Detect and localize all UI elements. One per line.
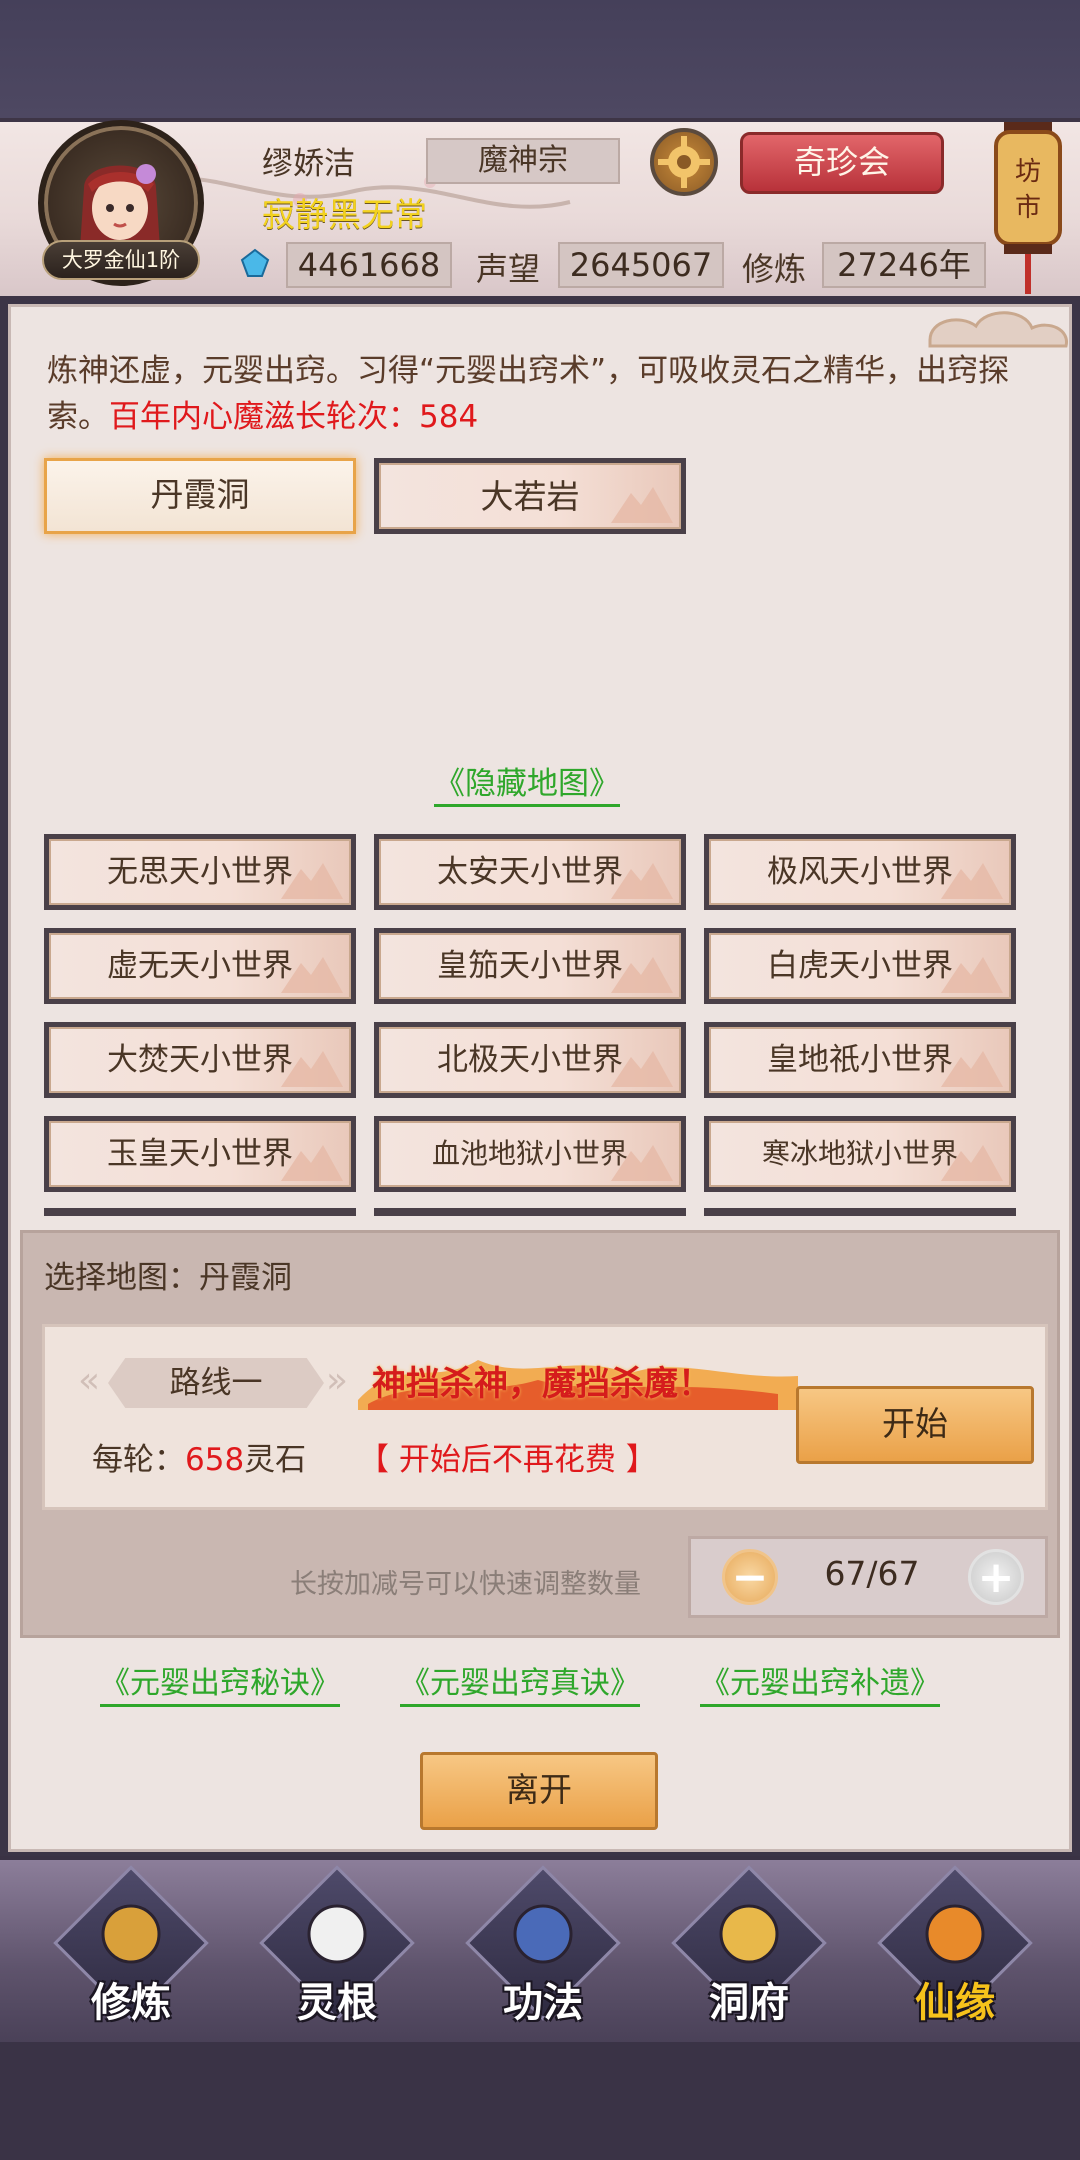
map-button[interactable]: 皇笳天小世界 [374,928,686,1004]
map-button[interactable]: 大焚天小世界 [44,1022,356,1098]
map-button[interactable]: 极风天小世界 [704,834,1016,910]
map-button-label: 寒冰地狱小世界 [761,1137,958,1170]
status-bar-area [0,0,1080,118]
map-button-label: 皇地祇小世界 [767,1042,953,1078]
nav-item-3[interactable]: 洞府 [671,1865,827,2028]
map-button-label: 太安天小世界 [437,854,623,890]
hidden-map-link[interactable]: 《隐藏地图》 [434,764,620,807]
cultivation-label: 修炼 [742,250,807,288]
player-title: 寂静黑无常 [262,195,427,234]
map-button[interactable]: 血池地狱小世界 [374,1116,686,1192]
gourd-icon [925,1904,985,1964]
leave-button[interactable]: 离开 [420,1752,658,1830]
cost-prefix: 每轮： [92,1442,185,1478]
market-lantern-button[interactable]: 坊 市 [990,118,1066,294]
mountain-icon [281,1145,343,1181]
tab-daruo-rock-label: 大若岩 [480,477,580,516]
route-tag: 路线一 [108,1358,324,1408]
gear-icon [658,136,710,188]
nav-item-0[interactable]: 修炼 [53,1865,209,2028]
cost-per-round: 每轮：658灵石 [92,1434,306,1479]
map-button[interactable]: 太安天小世界 [374,834,686,910]
intro-text: 炼神还虚，元婴出窍。习得“元婴出窍术”，可吸收灵石之精华，出窍探索。百年内心魔滋… [47,348,1027,440]
map-button[interactable]: 皇地祇小世界 [704,1022,1016,1098]
lantern-icon: 坊 市 [994,122,1062,294]
mountain-icon [611,1051,673,1087]
player-name: 缪娇洁 [262,146,355,182]
mountain-icon [941,863,1003,899]
mountain-icon [281,863,343,899]
map-button-label: 北极天小世界 [437,1042,623,1078]
mountain-icon [611,487,673,523]
demon-rounds-text: 百年内心魔滋长轮次：584 [109,399,479,435]
mountain-icon [281,957,343,993]
map-button[interactable]: 北极天小世界 [374,1022,686,1098]
reputation-value: 2645067 [558,242,724,288]
map-button-label: 白虎天小世界 [767,948,953,984]
spirit-stones-value: 4461668 [286,242,452,288]
cultivation-value: 27246年 [822,242,986,288]
map-button[interactable]: 无思天小世界 [44,834,356,910]
map-button-label: 无思天小世界 [107,854,293,890]
nav-item-1[interactable]: 灵根 [259,1865,415,2028]
mountain-icon [611,1145,673,1181]
map-button-label: 血池地狱小世界 [431,1137,628,1170]
map-button[interactable]: 玉皇天小世界 [44,1116,356,1192]
nav-label: 洞府 [709,1980,789,2026]
mountain-icon [941,1051,1003,1087]
technique-book-icon [513,1904,573,1964]
true-art-link[interactable]: 《元婴出窍真诀》 [400,1664,640,1707]
secret-art-link[interactable]: 《元婴出窍秘诀》 [100,1664,340,1707]
map-row-cut-1 [44,1208,356,1216]
quantity-value: 67/67 [824,1554,920,1593]
cost-note: 【 开始后不再花费 】 [358,1442,657,1478]
nav-item-2[interactable]: 功法 [465,1865,621,2028]
map-button[interactable]: 白虎天小世界 [704,928,1016,1004]
rank-plate: 大罗金仙1阶 [42,240,200,280]
tab-danxia-cave[interactable]: 丹霞洞 [44,458,356,534]
mountain-icon [281,1051,343,1087]
settings-button[interactable] [650,128,718,196]
stepper-hint: 长按加减号可以快速调整数量 [290,1569,641,1600]
map-row-cut-2 [374,1208,686,1216]
route-right-arrow-icon: » [326,1360,349,1401]
market-label-1: 坊 [1015,157,1041,187]
start-button[interactable]: 开始 [796,1386,1034,1464]
map-button-label: 皇笳天小世界 [437,948,623,984]
reputation-label: 声望 [476,250,541,288]
treasure-fair-button[interactable]: 奇珍会 [740,132,944,194]
home-indicator-area [0,2042,1080,2160]
map-button[interactable]: 虚无天小世界 [44,928,356,1004]
decrease-button[interactable]: − [722,1549,778,1605]
route-left-arrow-icon: « [78,1360,101,1401]
nav-label: 修炼 [91,1980,171,2026]
sect-name: 魔神宗 [426,138,620,184]
tab-daruo-rock[interactable]: 大若岩 [374,458,686,534]
cave-house-icon [719,1904,779,1964]
map-button-label: 虚无天小世界 [107,948,293,984]
cost-value: 658 [185,1442,245,1478]
increase-button[interactable]: + [968,1549,1024,1605]
mountain-icon [941,1145,1003,1181]
route-slogan: 神挡杀神，魔挡杀魔！ [372,1364,712,1404]
map-button-label: 极风天小世界 [767,854,953,890]
mountain-icon [941,957,1003,993]
map-button-label: 玉皇天小世界 [107,1136,293,1172]
map-button-label: 大焚天小世界 [107,1042,293,1078]
map-button[interactable]: 寒冰地狱小世界 [704,1116,1016,1192]
spirit-root-icon [307,1904,367,1964]
cost-suffix: 灵石 [244,1442,307,1478]
selected-map-label: 选择地图：丹霞洞 [44,1260,292,1296]
nav-label: 仙缘 [915,1980,995,2026]
mountain-icon [611,957,673,993]
nav-label: 灵根 [297,1980,377,2026]
mountain-icon [611,863,673,899]
map-row-cut-3 [704,1208,1016,1216]
spirit-stone-icon [240,248,270,277]
cultivate-icon [101,1904,161,1964]
market-label-2: 市 [1015,193,1041,223]
supplement-art-link[interactable]: 《元婴出窍补遗》 [700,1664,940,1707]
nav-label: 功法 [503,1980,583,2026]
nav-item-4[interactable]: 仙缘 [877,1865,1033,2028]
